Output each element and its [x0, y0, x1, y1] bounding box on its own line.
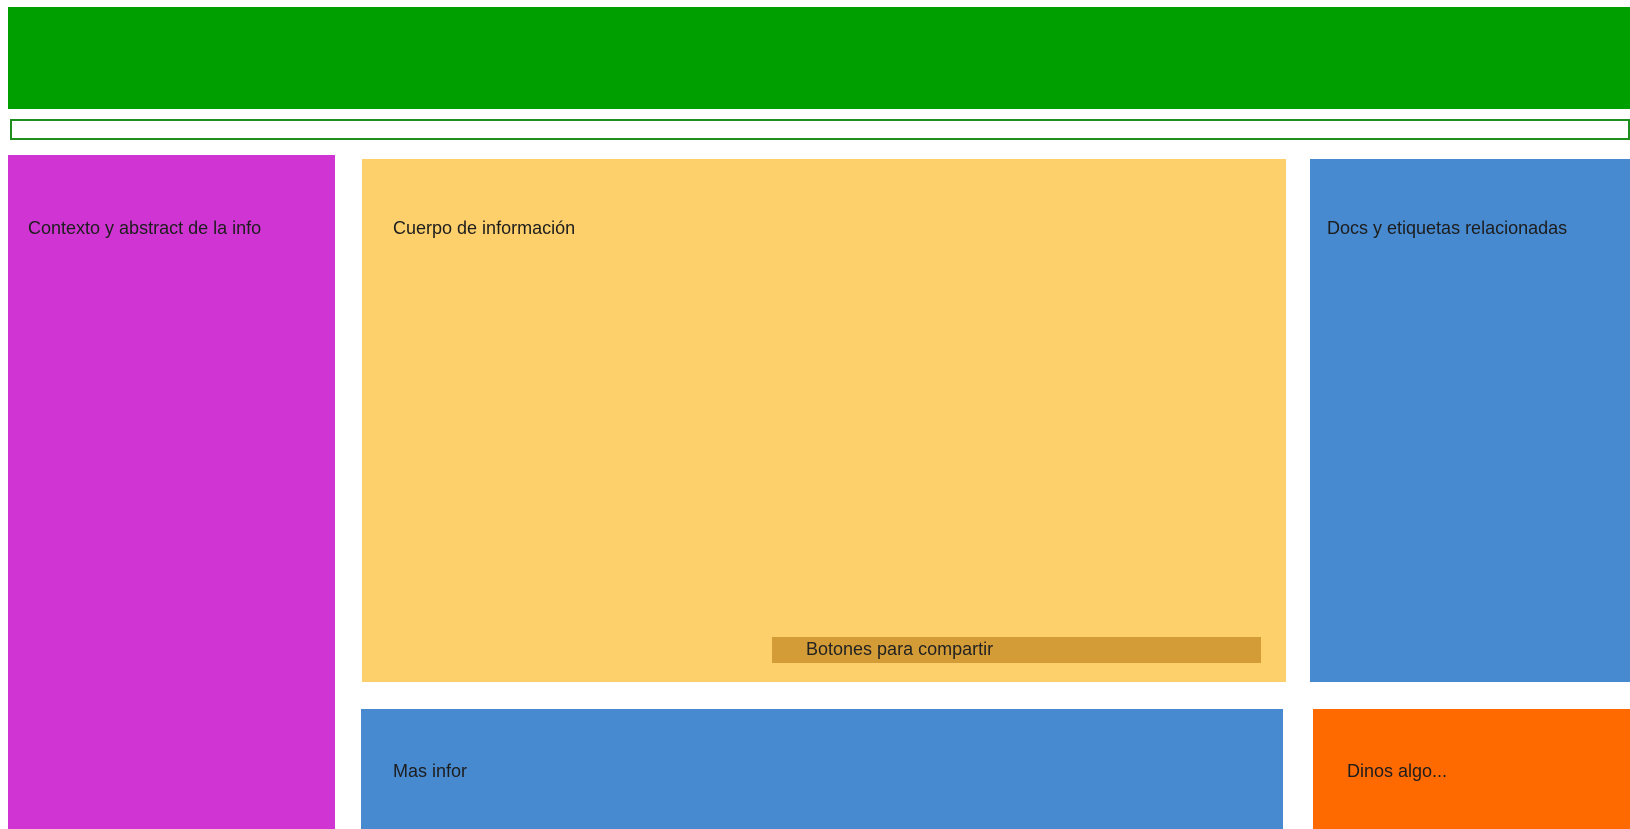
related-docs-tags-label: Docs y etiquetas relacionadas [1327, 218, 1568, 238]
related-docs-tags-panel: Docs y etiquetas relacionadas [1310, 159, 1630, 682]
context-abstract-panel: Contexto y abstract de la info [8, 155, 335, 829]
share-buttons-bar[interactable]: Botones para compartir [772, 637, 1261, 663]
information-body-label: Cuerpo de información [393, 218, 576, 238]
context-abstract-label: Contexto y abstract de la info [28, 218, 262, 238]
more-info-panel: Mas infor [361, 709, 1283, 829]
feedback-panel[interactable]: Dinos algo... [1313, 709, 1630, 829]
wireframe-canvas: Contexto y abstract de la info Cuerpo de… [0, 0, 1630, 829]
feedback-label: Dinos algo... [1347, 761, 1448, 781]
more-info-label: Mas infor [393, 761, 468, 781]
header-bar [8, 7, 1630, 109]
navigation-bar[interactable] [10, 119, 1630, 140]
information-body-panel: Cuerpo de información [362, 159, 1286, 682]
share-buttons-label: Botones para compartir [806, 639, 994, 659]
